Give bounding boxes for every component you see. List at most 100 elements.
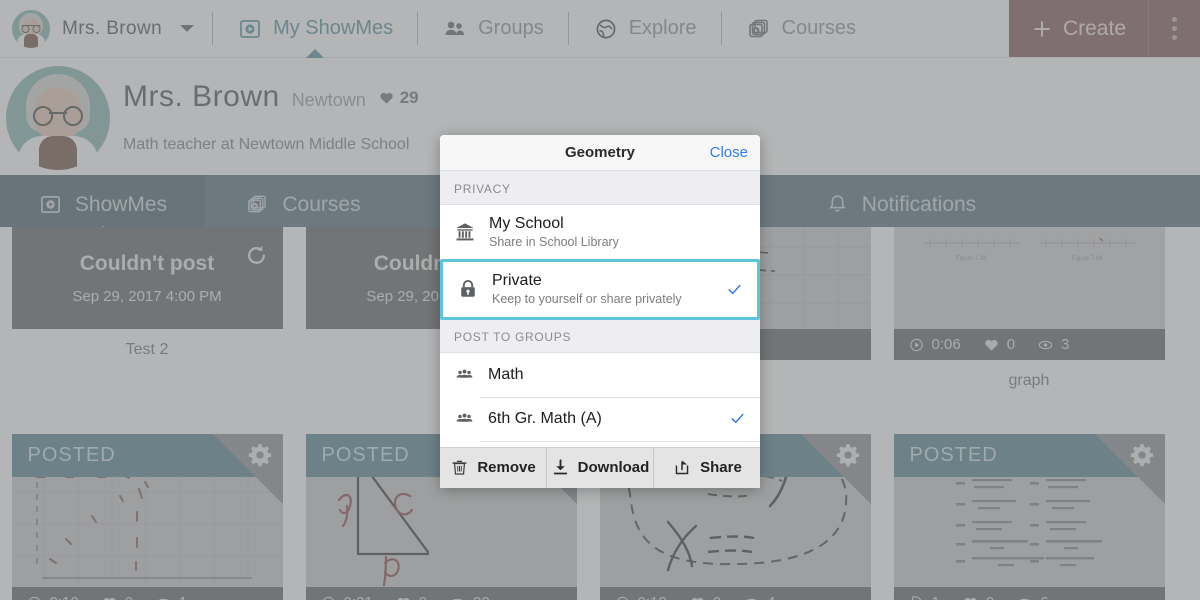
create-label: Create (1062, 16, 1126, 40)
privacy-option-title: Private (492, 271, 542, 289)
views-count: 1 (179, 594, 187, 600)
heart-icon (378, 90, 395, 106)
avatar[interactable] (6, 66, 110, 170)
showme-cell[interactable]: POSTED (0, 434, 294, 600)
showme-thumbnail: POSTED (11, 434, 283, 587)
eye-icon (1037, 337, 1054, 353)
tab-showmes[interactable]: ShowMes (0, 175, 205, 235)
showme-cell[interactable]: Figure 7.18 Figure 7.19 0:06 0 3 graph (882, 227, 1176, 390)
modal-header: Geometry Close (440, 135, 760, 171)
eye-icon (743, 595, 760, 600)
likes-count: 0 (1006, 336, 1016, 353)
app-root: Mrs. Brown My ShowMes Groups Explore Cou… (0, 0, 1200, 600)
showme-card[interactable]: POSTED (893, 434, 1165, 600)
showme-caption: Test 2 (125, 341, 169, 358)
chevron-down-icon[interactable] (180, 25, 195, 32)
gear-icon[interactable] (835, 442, 861, 468)
likes-count: 0 (125, 594, 133, 600)
privacy-option-my-school[interactable]: My School Share in School Library (440, 205, 760, 260)
eye-icon (1016, 595, 1033, 600)
groups-list[interactable]: Math 6th Gr. Math (A) (440, 352, 760, 447)
showme-thumbnail: Figure 7.18 Figure 7.19 (893, 227, 1165, 329)
download-icon (551, 458, 570, 477)
download-label: Download (577, 459, 650, 477)
views-count: 20 (473, 594, 490, 600)
privacy-option-subtitle: Share in School Library (489, 235, 619, 249)
group-people-icon (454, 410, 475, 428)
nav-label: Groups (478, 17, 544, 39)
tab-courses[interactable]: Courses (205, 175, 401, 235)
showme-card[interactable]: Couldn't post Sep 29, 2017 4:00 PM (11, 227, 283, 329)
remove-label: Remove (477, 459, 536, 477)
create-button[interactable]: Create (1008, 0, 1148, 57)
profile-likes: 29 (378, 88, 419, 108)
group-item-6th-gr-math-a[interactable]: 6th Gr. Math (A) (440, 396, 760, 441)
nav-label: Courses (781, 17, 856, 39)
group-item-partial[interactable] (440, 440, 760, 447)
share-button[interactable]: Share (653, 447, 760, 488)
eye-icon (449, 595, 466, 600)
nav-username: Mrs. Brown (62, 17, 163, 39)
heart-icon (689, 595, 706, 600)
showme-cell[interactable]: Couldn't post Sep 29, 2017 4:00 PM (0, 227, 294, 390)
privacy-option-subtitle: Keep to yourself or share privately (492, 291, 682, 306)
showme-cell[interactable]: POSTED (882, 434, 1176, 600)
nav-item-explore[interactable]: Explore (569, 0, 721, 57)
showme-icon (38, 193, 64, 217)
download-button[interactable]: Download (546, 447, 653, 488)
bell-icon (825, 193, 851, 217)
globe-icon (593, 17, 619, 41)
heart-icon (962, 595, 979, 600)
group-item-math[interactable]: Math (440, 352, 760, 397)
privacy-option-private[interactable]: Private Keep to yourself or share privat… (440, 258, 760, 320)
eye-icon (155, 595, 172, 600)
heart-icon (395, 595, 412, 600)
showme-meta: 0:06 0 3 (893, 329, 1165, 360)
more-vertical-icon[interactable] (1148, 0, 1200, 57)
showme-card[interactable]: POSTED (11, 434, 283, 600)
showme-meta: 0:12 0 4 (599, 587, 871, 600)
plus-icon (1031, 18, 1053, 40)
remove-button[interactable]: Remove (440, 448, 546, 488)
nav-item-groups[interactable]: Groups (418, 0, 568, 57)
groups-section-header: POST TO GROUPS (440, 318, 760, 353)
showme-card[interactable]: Figure 7.18 Figure 7.19 0:06 0 3 (893, 227, 1165, 360)
top-navigation-bar: Mrs. Brown My ShowMes Groups Explore Cou… (0, 0, 1200, 58)
modal-title: Geometry (564, 144, 636, 161)
play-circle-icon (320, 595, 337, 600)
views-count: 3 (1061, 336, 1070, 353)
nav-user-menu[interactable]: Mrs. Brown (0, 0, 212, 57)
avatar (12, 9, 50, 48)
nav-item-my-showmes[interactable]: My ShowMes (213, 0, 417, 58)
privacy-section-header: PRIVACY (440, 171, 760, 205)
check-icon (729, 410, 746, 427)
showme-meta: 0:21 0 20 (305, 587, 577, 600)
nav-item-courses[interactable]: Courses (722, 0, 880, 57)
gear-icon[interactable] (247, 442, 273, 468)
refresh-icon[interactable] (244, 243, 269, 268)
close-button[interactable]: Close (710, 144, 748, 161)
duration: 0:12 (638, 594, 667, 600)
divider (480, 440, 760, 442)
duration: 0:06 (931, 336, 961, 353)
showme-thumbnail: Couldn't post Sep 29, 2017 4:00 PM (11, 227, 283, 329)
error-date: Sep 29, 2017 4:00 PM (72, 287, 222, 305)
play-circle-icon (614, 595, 631, 600)
check-icon (726, 281, 743, 298)
tab-label: Courses (282, 193, 361, 216)
showme-meta: 1 0 6 (893, 587, 1165, 600)
share-label: Share (700, 459, 742, 477)
duration: 0:21 (344, 594, 373, 600)
share-icon (672, 458, 692, 477)
gear-icon[interactable] (1129, 442, 1155, 468)
profile-bio: Math teacher at Newtown Middle School (123, 136, 410, 153)
showme-caption: graph (1008, 372, 1050, 389)
nav-label: Explore (628, 17, 697, 39)
heart-icon (983, 337, 1000, 353)
error-title: Couldn't post (79, 251, 215, 275)
likes-count: 0 (713, 594, 721, 600)
svg-text:Figure 7.18: Figure 7.18 (956, 256, 987, 262)
play-circle-icon (26, 595, 43, 600)
duration: 0:10 (50, 594, 79, 600)
showme-meta: 0:10 0 1 (11, 587, 283, 600)
